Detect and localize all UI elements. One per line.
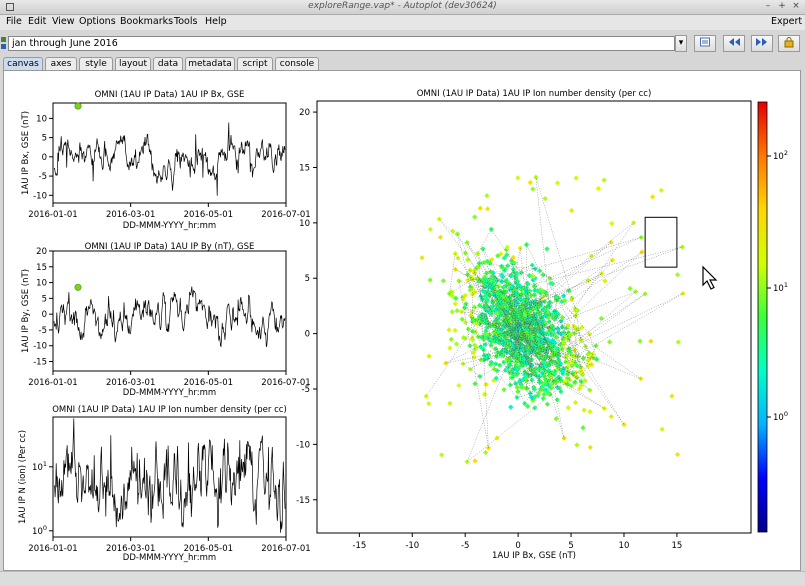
colorbar-tick-label: 100 bbox=[773, 410, 788, 423]
y-tick-label: -5 bbox=[39, 172, 47, 182]
menu-help[interactable]: Help bbox=[205, 16, 227, 27]
address-dropdown-icon[interactable]: ▾ bbox=[675, 35, 687, 52]
highlight-marker bbox=[74, 283, 82, 291]
scatter-x-axis-label: 1AU IP Bx, GSE (nT) bbox=[492, 551, 576, 561]
colorbar bbox=[757, 101, 768, 533]
tab-console[interactable]: console bbox=[275, 57, 319, 70]
menu-edit[interactable]: Edit bbox=[28, 16, 46, 27]
x-tick-label: 2016-03-01 bbox=[106, 210, 155, 220]
maximize-icon[interactable]: + bbox=[776, 1, 788, 11]
plot-title: OMNI (1AU IP Data) 1AU IP Ion number den… bbox=[52, 405, 287, 415]
menu-file[interactable]: File bbox=[6, 16, 22, 27]
y-tick-label: 0 bbox=[42, 310, 47, 320]
next-interval-icon[interactable] bbox=[751, 35, 773, 52]
plot-data-icon[interactable] bbox=[694, 35, 716, 52]
minimize-icon[interactable]: – bbox=[762, 1, 774, 11]
x-tick-label: 2016-01-01 bbox=[28, 210, 77, 220]
y-tick-label: 5 bbox=[42, 294, 47, 304]
x-tick-label: 15 bbox=[671, 541, 682, 551]
x-tick-label: 0 bbox=[515, 541, 520, 551]
y-tick-label: 0 bbox=[42, 153, 47, 163]
highlight-marker bbox=[74, 102, 82, 110]
menu-bookmarks[interactable]: Bookmarks bbox=[120, 16, 173, 27]
y-tick-label: -15 bbox=[33, 358, 47, 368]
y-tick-label: 20 bbox=[36, 247, 47, 257]
y-tick-label: 10 bbox=[36, 114, 47, 124]
y-tick-label: -10 bbox=[33, 191, 47, 201]
colorbar-tick-label: 102 bbox=[773, 149, 788, 162]
y-tick-label: 5 bbox=[42, 134, 47, 144]
scatter-title: OMNI (1AU IP Data) 1AU IP Ion number den… bbox=[417, 89, 652, 99]
x-tick-label: 2016-01-01 bbox=[28, 544, 77, 554]
colorbar-tick-label: 101 bbox=[773, 281, 788, 294]
x-tick-label: -5 bbox=[461, 541, 469, 551]
x-tick-label: 2016-05-01 bbox=[184, 210, 233, 220]
address-bar: jan through June 2016 ▾ bbox=[0, 33, 805, 55]
y-axis-label: 1AU IP N (ion) (Per cc) bbox=[18, 430, 28, 524]
y-tick-label: 100 bbox=[32, 524, 47, 537]
plot-frame bbox=[52, 102, 287, 204]
tab-layout[interactable]: layout bbox=[115, 57, 151, 70]
y-tick-label: -5 bbox=[39, 326, 47, 336]
plots-svg[interactable]: OMNI (1AU IP Data) 1AU IP Bx, GSE DD-MMM-… bbox=[4, 71, 800, 570]
y-tick-label: 15 bbox=[36, 263, 47, 273]
x-tick-label: 2016-05-01 bbox=[184, 544, 233, 554]
x-tick-label: 2016-05-01 bbox=[184, 378, 233, 388]
window-titlebar: exploreRange.vap* - Autoplot (dev30624) … bbox=[0, 0, 805, 15]
tab-style[interactable]: style bbox=[79, 57, 113, 70]
y-tick-label: -10 bbox=[296, 440, 310, 450]
y-axis-label: 1AU IP Bx, GSE (nT) bbox=[21, 111, 31, 195]
x-tick-label: -10 bbox=[405, 541, 419, 551]
x-axis-label: DD-MMM-YYYY_hr:mm bbox=[123, 553, 216, 563]
tab-script[interactable]: script bbox=[237, 57, 273, 70]
window-title: exploreRange.vap* - Autoplot (dev30624) bbox=[308, 1, 497, 11]
data-source-icon bbox=[1, 37, 6, 49]
y-tick-label: -5 bbox=[302, 385, 310, 395]
tab-canvas[interactable]: canvas bbox=[3, 57, 43, 70]
x-tick-label: 10 bbox=[619, 541, 630, 551]
y-tick-label: 0 bbox=[305, 330, 310, 340]
y-tick-label: 15 bbox=[299, 163, 310, 173]
y-tick-label: 10 bbox=[299, 219, 310, 229]
prev-interval-icon[interactable] bbox=[723, 35, 745, 52]
x-tick-label: 2016-07-01 bbox=[261, 544, 310, 554]
x-tick-label: 2016-01-01 bbox=[28, 378, 77, 388]
status-bar bbox=[0, 571, 805, 586]
lock-icon[interactable] bbox=[778, 35, 800, 52]
menu-bar: File Edit View Options Bookmarks Tools H… bbox=[0, 15, 805, 30]
y-tick-label: 101 bbox=[32, 460, 47, 473]
plot-canvas[interactable]: OMNI (1AU IP Data) 1AU IP Bx, GSE DD-MMM-… bbox=[3, 70, 801, 571]
tab-data[interactable]: data bbox=[153, 57, 183, 70]
address-input[interactable]: jan through June 2016 bbox=[8, 36, 675, 51]
x-tick-label: -15 bbox=[352, 541, 366, 551]
tab-metadata[interactable]: metadata bbox=[185, 57, 235, 70]
y-tick-label: 20 bbox=[299, 108, 310, 118]
menu-tools[interactable]: Tools bbox=[174, 16, 197, 27]
y-tick-label: 5 bbox=[305, 274, 310, 284]
plot-title: OMNI (1AU IP Data) 1AU IP Bx, GSE bbox=[95, 90, 245, 100]
y-tick-label: 10 bbox=[36, 279, 47, 289]
x-axis-label: DD-MMM-YYYY_hr:mm bbox=[123, 388, 216, 398]
y-tick-label: -10 bbox=[33, 342, 47, 352]
tab-axes[interactable]: axes bbox=[45, 57, 77, 70]
y-axis-label: 1AU IP By, GSE (nT) bbox=[21, 269, 31, 353]
y-tick-label: -15 bbox=[296, 496, 310, 506]
menu-view[interactable]: View bbox=[52, 16, 75, 27]
plot-frame bbox=[52, 416, 287, 538]
close-icon[interactable]: × bbox=[790, 1, 802, 11]
x-tick-label: 5 bbox=[568, 541, 573, 551]
menu-expert[interactable]: Expert bbox=[771, 16, 802, 27]
x-tick-label: 2016-03-01 bbox=[106, 378, 155, 388]
plot-title: OMNI (1AU IP Data) 1AU IP By (nT), GSE bbox=[85, 242, 255, 252]
menu-options[interactable]: Options bbox=[79, 16, 116, 27]
x-axis-label: DD-MMM-YYYY_hr:mm bbox=[123, 221, 216, 231]
x-tick-label: 2016-03-01 bbox=[106, 544, 155, 554]
